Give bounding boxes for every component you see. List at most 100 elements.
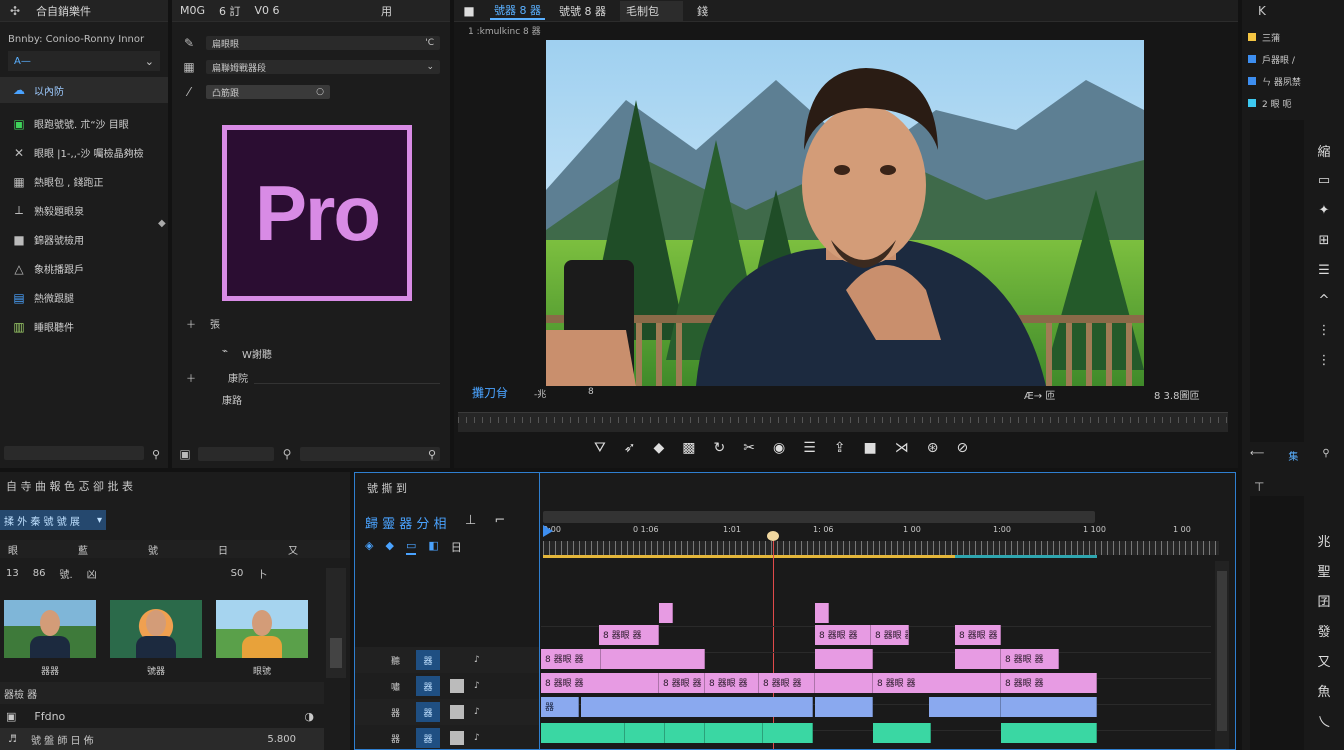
audio-clip[interactable]	[541, 723, 625, 743]
track-target-button[interactable]: 器	[416, 676, 441, 696]
clip[interactable]: 8 器眼 器	[873, 673, 1001, 693]
right-item-2[interactable]: ㄣ 器夙禁	[1248, 70, 1338, 92]
tools-button-2[interactable]: ✦	[1312, 200, 1336, 220]
clip[interactable]: 器	[541, 697, 579, 717]
column-header[interactable]: 號	[140, 542, 210, 557]
track-header-3[interactable]: 器 器 ♪	[355, 725, 539, 749]
snap-icon[interactable]: ⊥	[465, 513, 476, 528]
column-header[interactable]: 日	[210, 542, 280, 557]
cut-icon[interactable]: ✂	[743, 440, 755, 456]
extra-row-3[interactable]: ＋ 康院	[186, 370, 248, 385]
square-icon[interactable]: ■	[462, 4, 476, 18]
audio-clip[interactable]	[873, 723, 931, 743]
diamond-icon[interactable]: ◆	[158, 218, 166, 229]
left-selected-item[interactable]: ☁ 以內防	[0, 77, 168, 103]
clip[interactable]	[929, 697, 1001, 717]
column-header[interactable]: 眼	[0, 542, 70, 557]
monitor-tab-1[interactable]: 號器 8 器	[490, 2, 545, 20]
effect-row-1[interactable]: ✎ 扁眼眼 'C	[182, 32, 440, 54]
list-icon[interactable]: ☰	[803, 440, 816, 456]
project-tool[interactable]: 13	[6, 568, 19, 579]
extra-row-4[interactable]: 康路	[222, 392, 242, 407]
clip[interactable]	[659, 603, 673, 623]
project-list-item[interactable]: ▣ Ffdno ◑	[0, 706, 324, 726]
tools-button-0[interactable]: 縮	[1312, 140, 1336, 160]
clip[interactable]: 8 器眼 器	[955, 625, 1001, 645]
timeline-vscroll[interactable]	[1215, 561, 1229, 749]
audio-clip[interactable]	[625, 723, 665, 743]
project-tool[interactable]: 86	[33, 568, 46, 579]
column-header[interactable]: 又	[280, 542, 350, 557]
toggle-3-icon[interactable]: ▭	[405, 539, 417, 555]
scroll-thumb[interactable]	[1217, 571, 1227, 731]
timecode-current[interactable]: 攤刀䏌	[472, 384, 508, 401]
monitor-tab-3[interactable]: 毛制包	[620, 0, 683, 21]
tab-1[interactable]: M0G	[180, 4, 205, 17]
left-item-2[interactable]: ▦ 熱眼包 , 錢跑正	[0, 167, 168, 196]
folder-icon[interactable]: ▣	[178, 447, 192, 461]
tools-button-3[interactable]: ⊞	[1312, 230, 1336, 250]
eye-icon[interactable]: ♪	[474, 655, 480, 665]
search-icon[interactable]: ⚲	[152, 448, 160, 461]
monitor-tab-4[interactable]: 錢	[697, 3, 708, 19]
effects-search-input[interactable]	[198, 447, 274, 461]
project-tool[interactable]: 卜	[257, 566, 267, 581]
left-item-4[interactable]: ■ 錦器號檢用	[0, 225, 168, 254]
timeline-tools-button-5[interactable]: 魚	[1312, 680, 1336, 700]
right-item-1[interactable]: 戶器眼 /	[1248, 48, 1338, 70]
clip[interactable]: 8 器眼 器	[599, 625, 659, 645]
audio-clip[interactable]	[1001, 723, 1097, 743]
timeline-tools-button-1[interactable]: 聖	[1312, 560, 1336, 580]
timeline-tools-button-2[interactable]: 囝	[1312, 590, 1336, 610]
tools-button-7[interactable]: ⋮	[1312, 350, 1336, 370]
clip[interactable]: 8 器眼 器	[815, 625, 871, 645]
right-item-0[interactable]: 三蒲	[1248, 26, 1338, 48]
tools-button-5[interactable]: ^	[1312, 290, 1336, 310]
eye-icon[interactable]: ♪	[474, 707, 480, 717]
track-header-0[interactable]: 聽 器 ♪	[355, 647, 539, 673]
arrow-icon[interactable]: ➶	[624, 440, 636, 456]
scroll-thumb[interactable]	[330, 638, 342, 668]
left-item-5[interactable]: △ 象桃播跟戶	[0, 254, 168, 283]
search-icon[interactable]: ⚲	[280, 447, 294, 461]
project-search[interactable]: 揉 外 秦 號 號 展 ▾	[0, 510, 106, 530]
left-item-0[interactable]: ▣ 眼跑號號. 朮“沙 目眼	[0, 109, 168, 138]
marker-icon[interactable]: ⛛	[594, 440, 606, 456]
clip[interactable]	[1001, 697, 1097, 717]
video-preview[interactable]	[546, 40, 1144, 386]
track-target-button[interactable]: 器	[416, 702, 441, 722]
tab-3[interactable]: V0 6	[255, 4, 280, 17]
track-header-1[interactable]: 嘯 器 ♪	[355, 673, 539, 699]
shape-icon[interactable]: ◆	[654, 440, 665, 456]
toggle-4-icon[interactable]: ◧	[428, 539, 438, 555]
track-target-button[interactable]: 器	[416, 728, 441, 748]
tools-button-4[interactable]: ☰	[1312, 260, 1336, 280]
clip[interactable]: 8 器眼 器	[541, 649, 601, 669]
effect-row-2[interactable]: ▦ 扁聯姆戰器段 ⌄	[182, 54, 440, 80]
globe-icon[interactable]: ⊛	[927, 440, 939, 456]
left-item-6[interactable]: ▤ 熱微跟腿	[0, 283, 168, 312]
left-item-3[interactable]: ⟂ 熟毅題眼泉	[0, 196, 168, 225]
sequence-timecode[interactable]: 歸 靈 器 分 相	[365, 513, 447, 532]
project-tool[interactable]: 凶	[87, 566, 97, 581]
playhead-handle[interactable]	[767, 531, 779, 541]
timeline-tools-button-0[interactable]: 兆	[1312, 530, 1336, 550]
clip[interactable]: 8 器眼 器	[1001, 673, 1097, 693]
tab-right[interactable]: 用	[381, 3, 392, 19]
audio-clip[interactable]	[763, 723, 813, 743]
monitor-scrubber[interactable]	[458, 412, 1228, 432]
clip[interactable]	[601, 649, 705, 669]
thumbnail-man[interactable]: 器器	[4, 600, 96, 677]
eye-icon[interactable]: ♪	[474, 681, 480, 691]
effect-row-3[interactable]: ⁄ 凸筋跟 ○	[182, 80, 440, 104]
loop-icon[interactable]: ↻	[714, 440, 726, 456]
contrast-icon[interactable]: ◑	[304, 710, 314, 723]
left-item-1[interactable]: ✕ 眼眼 |1-,,-沙 囑檢晶夠檢	[0, 138, 168, 167]
left-item-7[interactable]: ▥ 睡眼聽件	[0, 312, 168, 341]
collapse-icon[interactable]: K	[1242, 0, 1344, 22]
toggle-1-icon[interactable]: ◈	[365, 539, 373, 555]
clip[interactable]: 8 器眼 器	[871, 625, 909, 645]
timeline-tools-button-6[interactable]: 乀	[1312, 710, 1336, 730]
grid-icon[interactable]: ▩	[682, 440, 695, 456]
square-icon[interactable]: ■	[864, 440, 877, 456]
